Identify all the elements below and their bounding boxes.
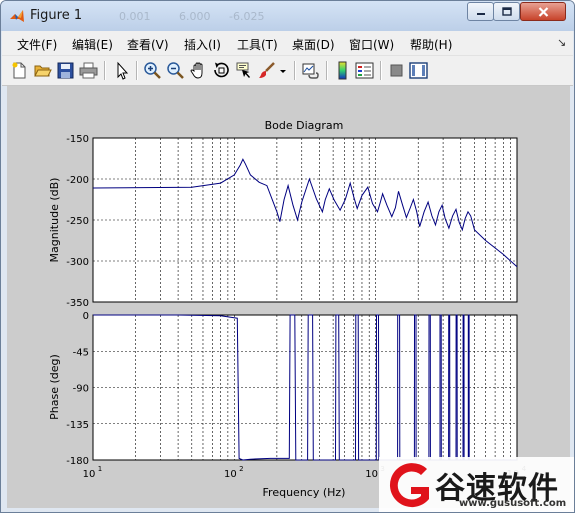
brush-icon[interactable] bbox=[257, 60, 278, 81]
maximize-icon bbox=[501, 7, 512, 16]
matlab-app-icon bbox=[10, 10, 24, 22]
x-tick-exponent: 1 bbox=[98, 465, 102, 473]
gususoft-logo-icon bbox=[389, 463, 429, 508]
menu-view[interactable]: 查看(V) bbox=[127, 36, 169, 53]
menu-file[interactable]: 文件(F) bbox=[17, 36, 57, 53]
close-icon bbox=[538, 6, 548, 17]
bode-plot[interactable]: Bode Diagram -150 -200 -250 -300 -350 Magnit… bbox=[7, 86, 570, 508]
menu-desktop[interactable]: 桌面(D) bbox=[292, 36, 335, 53]
save-icon[interactable] bbox=[55, 60, 76, 81]
dock-arrow-icon[interactable]: ↘ bbox=[557, 36, 566, 49]
magnitude-ticks: -150 -200 -250 -300 -350 bbox=[66, 134, 89, 309]
y-tick-label: -200 bbox=[66, 175, 89, 186]
watermark-url: www.gususoft.com bbox=[459, 498, 567, 509]
menu-tools[interactable]: 工具(T) bbox=[237, 36, 278, 53]
y-tick-label: -250 bbox=[66, 216, 89, 227]
background-text: 0.001 bbox=[119, 10, 151, 23]
figure-toolbar bbox=[2, 56, 573, 86]
print-icon[interactable] bbox=[78, 60, 99, 81]
select-arrow-icon[interactable] bbox=[111, 60, 132, 81]
data-cursor-icon[interactable] bbox=[234, 60, 255, 81]
figure-canvas[interactable]: Bode Diagram -150 -200 -250 -300 -350 Magnit… bbox=[7, 86, 570, 508]
window-title: Figure 1 bbox=[30, 8, 83, 23]
menu-window[interactable]: 窗口(W) bbox=[349, 36, 394, 53]
toolbar-separator bbox=[104, 61, 106, 80]
colorbar-icon[interactable] bbox=[332, 60, 353, 81]
x-tick-label: 10 bbox=[365, 469, 378, 480]
chevron-down-icon[interactable] bbox=[278, 60, 288, 81]
legend-icon[interactable] bbox=[354, 60, 375, 81]
y-tick-label: -300 bbox=[66, 257, 89, 268]
phase-ticks: 0 -45 -90 -135 -180 bbox=[66, 311, 89, 467]
watermark: 谷速软件 www.gususoft.com bbox=[379, 457, 574, 512]
y-tick-label: -180 bbox=[66, 456, 89, 467]
hide-plot-tools-icon[interactable] bbox=[386, 60, 407, 81]
toolbar-separator bbox=[380, 61, 382, 80]
new-file-icon[interactable] bbox=[9, 60, 30, 81]
toolbar-separator bbox=[326, 61, 328, 80]
y-tick-label: 0 bbox=[83, 311, 89, 322]
y-tick-label: -150 bbox=[66, 134, 89, 145]
pan-hand-icon[interactable] bbox=[188, 60, 209, 81]
y-tick-label: -45 bbox=[73, 347, 89, 358]
minimize-icon bbox=[476, 12, 485, 15]
zoom-out-icon[interactable] bbox=[165, 60, 186, 81]
x-tick-exponent: 2 bbox=[239, 465, 243, 473]
menu-help[interactable]: 帮助(H) bbox=[410, 36, 452, 53]
magnitude-ylabel: Magnitude (dB) bbox=[48, 178, 61, 263]
x-tick-label: 10 bbox=[83, 469, 96, 480]
chart-title: Bode Diagram bbox=[265, 119, 344, 132]
show-plot-tools-icon[interactable] bbox=[408, 60, 429, 81]
maximize-button[interactable] bbox=[493, 2, 520, 21]
background-text: 6.000 bbox=[179, 10, 211, 23]
minimize-button[interactable] bbox=[467, 2, 494, 21]
x-axis-label: Frequency (Hz) bbox=[263, 486, 346, 499]
menu-edit[interactable]: 编辑(E) bbox=[72, 36, 113, 53]
y-tick-label: -135 bbox=[66, 420, 89, 431]
menu-bar: 文件(F) 编辑(E) 查看(V) 插入(I) 工具(T) 桌面(D) 窗口(W… bbox=[2, 31, 573, 56]
title-bar[interactable]: Figure 1 0.001 6.000 -6.025 bbox=[1, 1, 574, 31]
rotate-3d-icon[interactable] bbox=[211, 60, 232, 81]
toolbar-separator bbox=[294, 61, 296, 80]
close-button[interactable] bbox=[520, 2, 566, 21]
background-text: -6.025 bbox=[229, 10, 265, 23]
toolbar-separator bbox=[136, 61, 138, 80]
figure-window: Figure 1 0.001 6.000 -6.025 文件(F) 编辑(E) … bbox=[0, 0, 575, 513]
link-plot-icon[interactable] bbox=[300, 60, 321, 81]
y-tick-label: -350 bbox=[66, 298, 89, 309]
open-folder-icon[interactable] bbox=[32, 60, 53, 81]
x-tick-label: 10 bbox=[224, 469, 237, 480]
menu-insert[interactable]: 插入(I) bbox=[184, 36, 221, 53]
zoom-in-icon[interactable] bbox=[142, 60, 163, 81]
phase-ylabel: Phase (deg) bbox=[48, 354, 61, 420]
y-tick-label: -90 bbox=[73, 384, 89, 395]
